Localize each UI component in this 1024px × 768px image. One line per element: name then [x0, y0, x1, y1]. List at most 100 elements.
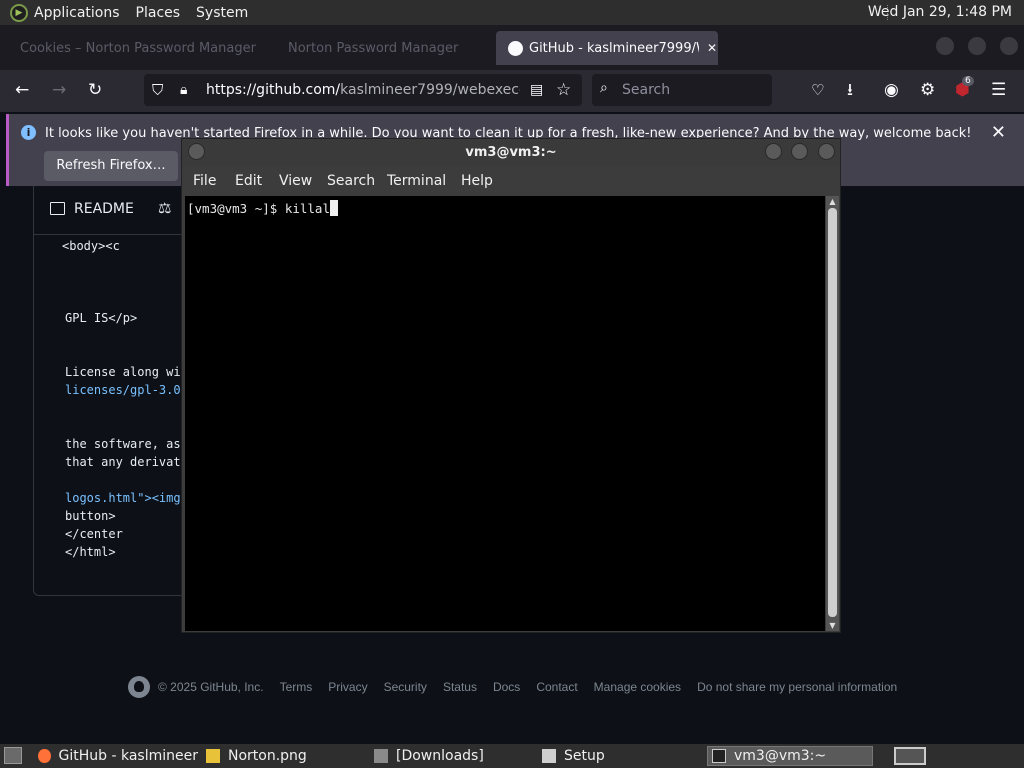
tab-norton[interactable]: Norton Password Manager — [276, 31, 484, 65]
reader-view-icon[interactable]: ▤ — [530, 80, 543, 100]
book-icon — [50, 202, 65, 215]
scrollbar-thumb[interactable] — [828, 208, 837, 617]
bookmark-star-icon[interactable]: ☆ — [556, 80, 571, 100]
terminal-menu-terminal[interactable]: Terminal — [387, 173, 446, 189]
search-placeholder: Search — [622, 82, 671, 98]
lock-icon[interactable]: 🔒︎ — [180, 80, 187, 100]
applications-menu[interactable]: Applications — [34, 5, 120, 21]
footer-link-status[interactable]: Status — [443, 680, 477, 694]
readme-code-line[interactable]: licenses/gpl-3.0 — [65, 383, 181, 397]
readme-code-line: button> — [65, 509, 116, 523]
system-menu[interactable]: System — [196, 5, 248, 21]
readme-code-line: License along wi — [65, 365, 181, 379]
footer-link-terms[interactable]: Terms — [280, 680, 313, 694]
url-host: https://github.com/ — [206, 82, 341, 98]
tab-label: Norton Password Manager — [288, 40, 459, 56]
top-panel: ▶ Applications Places System Wed Jan 29,… — [0, 0, 1024, 25]
places-menu[interactable]: Places — [136, 5, 181, 21]
terminal-menu-edit[interactable]: Edit — [235, 173, 262, 189]
reload-icon[interactable]: ↻ — [88, 80, 102, 100]
info-icon: i — [21, 125, 36, 140]
taskbar-item-setup[interactable]: Setup — [542, 746, 702, 766]
forward-arrow-icon[interactable]: → — [52, 80, 66, 100]
terminal-minimize-button[interactable] — [765, 143, 782, 160]
readme-code-line: </center — [65, 527, 123, 541]
terminal-close-button[interactable] — [818, 143, 835, 160]
taskbar-label: GitHub - kaslmineer — [58, 748, 198, 764]
taskbar-label: Setup — [564, 748, 605, 764]
browser-nav-toolbar: ← → ↻ ⛉ 🔒︎ https://github.com/kaslmineer… — [0, 70, 1024, 112]
hamburger-menu-icon[interactable]: ☰ — [991, 80, 1006, 100]
footer-link-contact[interactable]: Contact — [536, 680, 577, 694]
terminal-icon — [712, 749, 726, 763]
terminal-title: vm3@vm3:~ — [465, 145, 557, 160]
tab-cookies[interactable]: Cookies – Norton Password Manager — [8, 31, 266, 65]
footer-link-security[interactable]: Security — [384, 680, 427, 694]
panel-clock[interactable]: Wed Jan 29, 1:48 PM — [868, 4, 1012, 20]
terminal-window[interactable]: vm3@vm3:~ File Edit View Search Terminal… — [181, 138, 841, 633]
terminal-command-text: [vm3@vm3 ~]$ killal — [187, 201, 330, 216]
license-scale-icon[interactable]: ⚖ — [158, 199, 171, 217]
footer-link-privacy[interactable]: Privacy — [328, 680, 367, 694]
setup-icon — [542, 749, 556, 763]
url-path: kaslmineer7999/webexeccmd — [340, 82, 520, 98]
back-arrow-icon[interactable]: ← — [15, 80, 29, 100]
window-minimize-button[interactable] — [936, 37, 954, 55]
workspace-switcher[interactable] — [894, 747, 926, 765]
taskbar-label: vm3@vm3:~ — [734, 748, 827, 764]
bottom-taskbar: GitHub - kaslmineer Norton.png [Download… — [0, 744, 1024, 768]
tab-label: GitHub - kaslmineer7999/W — [529, 40, 699, 56]
terminal-prompt-line[interactable]: [vm3@vm3 ~]$ killal — [187, 200, 338, 216]
readme-code-line[interactable]: logos.html"><img — [65, 491, 181, 505]
footer-link-do-not-share[interactable]: Do not share my personal information — [697, 680, 897, 694]
terminal-maximize-button[interactable] — [791, 143, 808, 160]
readme-code-line: GPL IS</p> — [65, 311, 138, 325]
terminal-menu-file[interactable]: File — [193, 173, 216, 189]
terminal-scrollbar[interactable]: ▲ ▼ — [826, 196, 839, 631]
firefox-icon — [38, 749, 51, 763]
readme-code-line: the software, as — [65, 437, 181, 451]
readme-code-line: <body><c — [62, 239, 120, 253]
github-footer: © 2025 GitHub, Inc. Terms Privacy Securi… — [128, 676, 913, 698]
footer-link-docs[interactable]: Docs — [493, 680, 520, 694]
search-bar[interactable]: ⌕ Search — [592, 74, 772, 106]
tab-github[interactable]: GitHub - kaslmineer7999/W ✕ — [496, 31, 718, 65]
browser-tab-bar: Cookies – Norton Password Manager Norton… — [0, 25, 1024, 70]
url-text[interactable]: https://github.com/kaslmineer7999/webexe… — [206, 82, 520, 98]
image-icon — [206, 749, 220, 763]
tab-close-icon[interactable]: ✕ — [707, 41, 717, 55]
github-logo-icon[interactable] — [128, 676, 150, 698]
taskbar-item-norton-png[interactable]: Norton.png — [206, 746, 366, 766]
terminal-titlebar[interactable]: vm3@vm3:~ — [182, 139, 840, 166]
downloads-icon[interactable]: ⭳ — [847, 80, 853, 100]
taskbar-item-firefox[interactable]: GitHub - kaslmineer — [38, 746, 198, 766]
show-desktop-icon[interactable] — [4, 747, 22, 764]
taskbar-item-downloads[interactable]: [Downloads] — [374, 746, 534, 766]
footer-link-manage-cookies[interactable]: Manage cookies — [594, 680, 681, 694]
notification-close-icon[interactable]: ✕ — [991, 122, 1006, 143]
account-icon[interactable]: ◉ — [884, 80, 899, 100]
terminal-menu-view[interactable]: View — [279, 173, 312, 189]
extension-badge: 6 — [962, 76, 974, 86]
extensions-icon[interactable]: ⚙ — [920, 80, 935, 100]
distro-logo-icon[interactable]: ▶ — [10, 3, 28, 22]
footer-copyright: © 2025 GitHub, Inc. — [158, 680, 264, 694]
window-maximize-button[interactable] — [968, 37, 986, 55]
taskbar-label: Norton.png — [228, 748, 307, 764]
pocket-icon[interactable]: ♡ — [811, 80, 824, 100]
taskbar-item-terminal[interactable]: vm3@vm3:~ — [707, 746, 873, 766]
scroll-down-icon[interactable]: ▼ — [828, 621, 837, 630]
readme-tab[interactable]: README — [74, 201, 134, 217]
github-favicon-icon — [508, 40, 523, 56]
url-bar[interactable]: ⛉ 🔒︎ https://github.com/kaslmineer7999/w… — [144, 74, 582, 106]
terminal-menu-search[interactable]: Search — [327, 173, 375, 189]
terminal-menu-help[interactable]: Help — [461, 173, 493, 189]
refresh-firefox-button[interactable]: Refresh Firefox… — [44, 151, 178, 181]
shield-icon[interactable]: ⛉ — [152, 80, 163, 100]
readme-code-line: </html> — [65, 545, 116, 559]
terminal-screen[interactable]: [vm3@vm3 ~]$ killal — [185, 196, 825, 631]
terminal-menubar: File Edit View Search Terminal Help — [182, 166, 840, 196]
search-engine-icon[interactable]: ⌕ — [600, 80, 608, 96]
window-close-button[interactable] — [1000, 37, 1018, 55]
scroll-up-icon[interactable]: ▲ — [828, 197, 837, 206]
